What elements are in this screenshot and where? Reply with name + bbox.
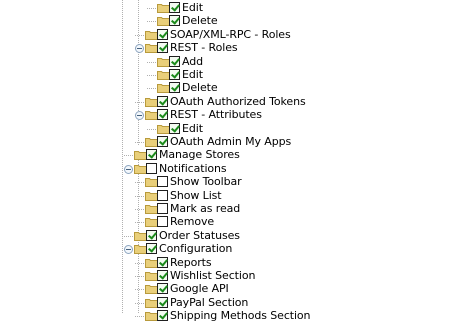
tree-elbow-line xyxy=(135,262,144,264)
checkbox-icon[interactable] xyxy=(146,243,157,255)
tree-elbow-line xyxy=(147,21,156,23)
tree-node-label[interactable]: Edit xyxy=(182,1,203,14)
checkbox-icon[interactable] xyxy=(146,162,157,174)
checkbox-icon[interactable] xyxy=(157,256,168,268)
tree-elbow-line xyxy=(135,34,144,36)
tree-node-label[interactable]: Remove xyxy=(170,215,214,228)
checkbox-icon[interactable] xyxy=(157,283,168,295)
checkbox-icon[interactable] xyxy=(157,95,168,107)
collapse-toggle-icon[interactable] xyxy=(135,111,144,121)
tree-node-label[interactable]: Show List xyxy=(170,189,222,202)
tree-node-label[interactable]: Wishlist Section xyxy=(170,269,255,282)
tree-elbow-line xyxy=(124,155,133,157)
tree-node-label[interactable]: Edit xyxy=(182,68,203,81)
tree-connector-line xyxy=(138,0,139,145)
tree-elbow-line xyxy=(135,182,144,184)
checkbox-icon[interactable] xyxy=(157,203,168,214)
checkbox-icon[interactable] xyxy=(169,2,180,13)
tree-connector-line xyxy=(122,0,123,313)
collapse-toggle-icon[interactable] xyxy=(135,44,144,54)
tree-elbow-line xyxy=(135,142,144,143)
tree-node-label[interactable]: Mark as read xyxy=(170,202,240,215)
checkbox-icon[interactable] xyxy=(157,216,168,228)
checkbox-icon[interactable] xyxy=(169,122,180,134)
tree-node-label[interactable]: Delete xyxy=(182,81,218,94)
tree-node-label[interactable]: Shipping Methods Section xyxy=(170,309,311,322)
tree-node-label[interactable]: Add xyxy=(182,55,203,68)
checkbox-icon[interactable] xyxy=(157,109,168,121)
checkbox-icon[interactable] xyxy=(157,42,168,54)
checkbox-icon[interactable] xyxy=(157,189,168,201)
tree-node-label[interactable]: Google API xyxy=(170,282,229,295)
tree-node-label[interactable]: OAuth Authorized Tokens xyxy=(170,95,306,108)
checkbox-icon[interactable] xyxy=(169,55,180,67)
tree-node-label[interactable]: PayPal Section xyxy=(170,296,248,309)
tree-elbow-line xyxy=(135,302,144,304)
tree-elbow-line xyxy=(147,8,156,9)
tree-node-label[interactable]: REST - Roles xyxy=(170,41,238,54)
checkbox-icon[interactable] xyxy=(157,296,168,308)
checkbox-icon[interactable] xyxy=(146,229,157,241)
tree-node-label[interactable]: OAuth Admin My Apps xyxy=(170,135,291,148)
tree-node-label[interactable]: Show Toolbar xyxy=(170,175,242,188)
tree-elbow-line xyxy=(124,235,133,237)
checkbox-icon[interactable] xyxy=(169,15,180,27)
checkbox-icon[interactable] xyxy=(169,82,180,94)
checkbox-icon[interactable] xyxy=(157,28,168,40)
tree-elbow-line xyxy=(147,75,156,76)
tree-node-label[interactable]: Order Statuses xyxy=(159,229,240,242)
tree-node-label[interactable]: Delete xyxy=(182,14,218,27)
tree-node-label[interactable]: Manage Stores xyxy=(159,148,240,161)
tree-elbow-line xyxy=(135,101,144,103)
tree-elbow-line xyxy=(135,289,144,291)
tree-node-label[interactable]: Configuration xyxy=(159,242,232,255)
tree-elbow-line xyxy=(135,209,144,210)
tree-node-label[interactable]: REST - Attributes xyxy=(170,108,262,121)
tree-elbow-line xyxy=(147,128,156,130)
checkbox-icon[interactable] xyxy=(157,176,168,188)
collapse-toggle-icon[interactable] xyxy=(124,245,133,255)
tree-node-label[interactable]: Edit xyxy=(182,122,203,135)
checkbox-icon[interactable] xyxy=(157,136,168,147)
tree-elbow-line xyxy=(135,222,144,224)
checkbox-icon[interactable] xyxy=(146,149,157,161)
resource-tree: Edit Delete SOAP/XML-RPC - Roles REST - Rol… xyxy=(0,0,474,322)
tree-node-label[interactable]: SOAP/XML-RPC - Roles xyxy=(170,28,291,41)
checkbox-icon[interactable] xyxy=(157,310,168,322)
tree-node-label[interactable]: Notifications xyxy=(159,162,227,175)
tree-elbow-line xyxy=(135,316,144,318)
tree-node-label[interactable]: Reports xyxy=(170,256,212,269)
tree-elbow-line xyxy=(135,276,144,277)
checkbox-icon[interactable] xyxy=(169,69,180,80)
tree-elbow-line xyxy=(135,195,144,197)
tree-elbow-line xyxy=(147,61,156,63)
collapse-toggle-icon[interactable] xyxy=(124,164,133,174)
checkbox-icon[interactable] xyxy=(157,270,168,281)
tree-elbow-line xyxy=(147,88,156,90)
